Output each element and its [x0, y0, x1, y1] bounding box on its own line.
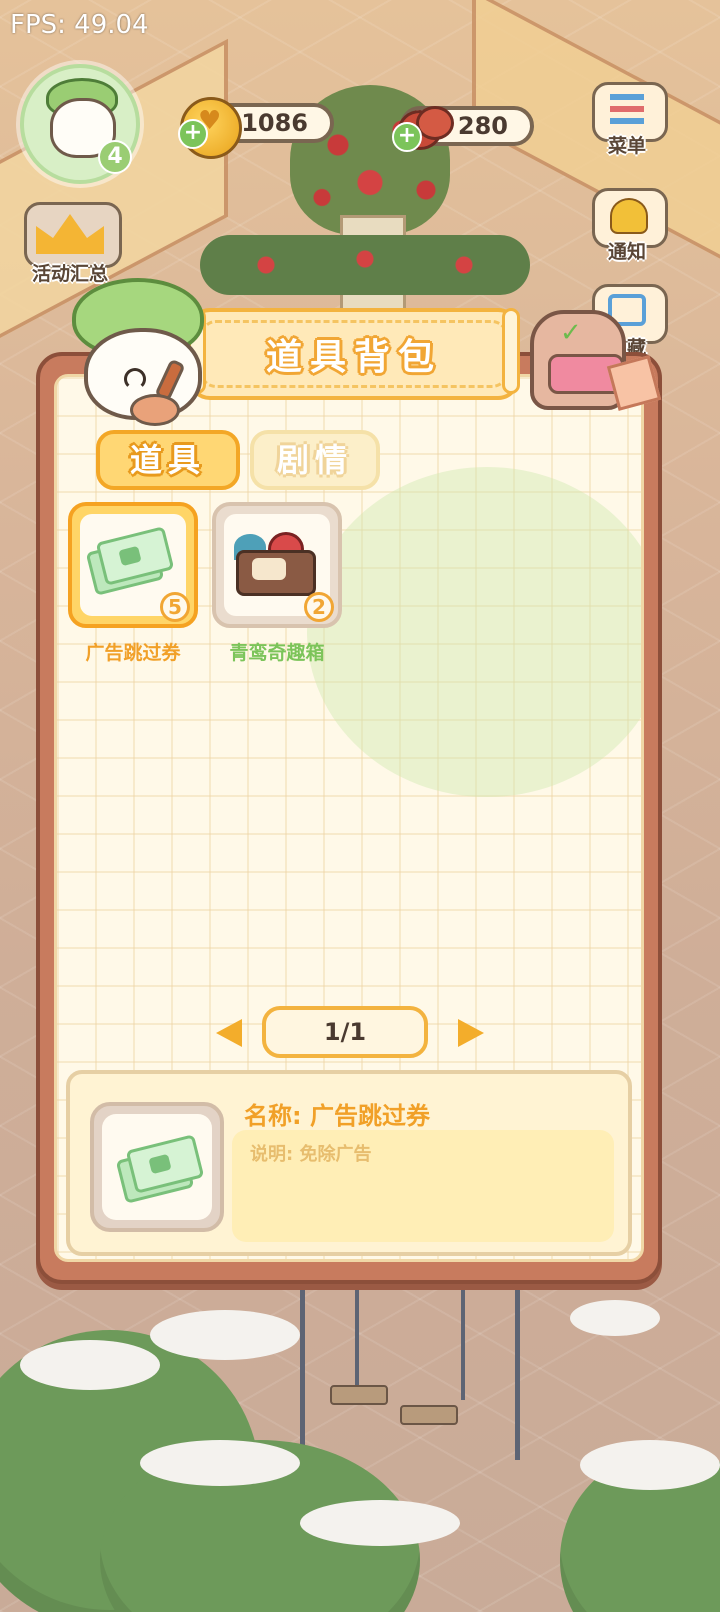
- rose-hedge: [200, 235, 530, 295]
- detail-item-name: 名称: 广告跳过券: [244, 1102, 430, 1130]
- menu-button[interactable]: 菜单: [592, 82, 668, 157]
- ad-skip-ticket-icon: [115, 1134, 205, 1204]
- snow-patch: [580, 1440, 720, 1490]
- item-detail-panel: 名称: 广告跳过券 说明: 免除广告: [66, 1070, 632, 1256]
- radish-counter: + 280: [392, 106, 534, 152]
- menu-list-icon: [610, 94, 644, 124]
- detail-item-frame: [90, 1102, 224, 1232]
- coin-value: 1086: [241, 109, 308, 137]
- fps-counter: FPS: 49.04: [10, 10, 149, 40]
- backpack-icon: ✓: [520, 296, 662, 416]
- treasure-chest-icon: [230, 532, 316, 596]
- tab-story[interactable]: 剧情: [250, 430, 380, 490]
- modal-title-banner: 道具背包: [188, 296, 520, 408]
- snow-patch: [150, 1310, 300, 1360]
- swing-seat: [400, 1405, 458, 1425]
- menu-label: 菜单: [607, 135, 646, 157]
- swing-seat: [330, 1385, 388, 1405]
- add-radish-button[interactable]: +: [392, 122, 422, 152]
- coin-counter: + 1086: [178, 97, 334, 159]
- tab-items[interactable]: 道具: [96, 430, 240, 490]
- notification-label: 通知: [607, 241, 646, 263]
- item-slot-treasure-chest[interactable]: 2: [212, 502, 342, 628]
- detail-description-box: 说明: 免除广告: [232, 1130, 614, 1242]
- snow-patch: [300, 1500, 460, 1546]
- item-count-badge: 2: [304, 592, 334, 622]
- modal-title: 道具背包: [265, 337, 442, 378]
- player-level-badge: 4: [98, 140, 132, 174]
- detail-item-description: 说明: 免除广告: [250, 1144, 372, 1165]
- page-indicator: 1/1: [262, 1006, 428, 1058]
- prev-page-arrow-icon[interactable]: [216, 1019, 242, 1047]
- activity-summary-button[interactable]: 活动汇总: [24, 202, 122, 285]
- next-page-arrow-icon[interactable]: [458, 1019, 484, 1047]
- item-count-badge: 5: [160, 592, 190, 622]
- item-slot-ad-skip-ticket[interactable]: 5: [68, 502, 198, 628]
- notification-button[interactable]: 通知: [592, 188, 668, 263]
- snow-patch: [20, 1340, 160, 1390]
- bell-icon: [610, 198, 648, 234]
- radish-value: 280: [457, 112, 508, 140]
- mascot-character: [66, 278, 214, 428]
- player-avatar[interactable]: 4: [20, 64, 140, 184]
- snow-patch: [570, 1300, 660, 1336]
- item-name-label: 青鸾奇趣箱: [229, 642, 325, 664]
- add-coins-button[interactable]: +: [178, 119, 208, 149]
- ad-skip-ticket-icon: [85, 526, 175, 596]
- snow-patch: [140, 1440, 300, 1486]
- swing-set: [300, 1285, 520, 1460]
